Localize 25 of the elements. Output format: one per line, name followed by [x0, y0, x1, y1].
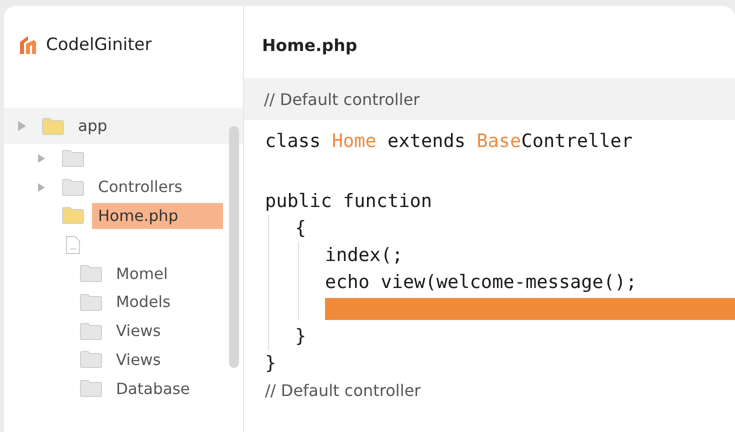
- tree-item[interactable]: Database: [110, 376, 196, 402]
- app-name: CodelGiniter: [46, 35, 152, 55]
- code-comment: // Default controller: [265, 380, 421, 402]
- scrollbar[interactable]: [229, 126, 239, 368]
- code-line: public function: [265, 190, 432, 214]
- tree-item[interactable]: Controllers: [92, 174, 188, 200]
- tree-item[interactable]: app: [72, 113, 114, 139]
- code-line: index(;: [325, 244, 403, 268]
- file-icon: [66, 236, 80, 254]
- expand-arrow-icon[interactable]: [18, 121, 26, 131]
- code-line: }: [295, 325, 306, 349]
- code-line: {: [295, 217, 306, 241]
- expand-arrow-icon[interactable]: [38, 154, 45, 163]
- logo-icon: [18, 34, 38, 56]
- tree-item[interactable]: Views: [110, 346, 167, 373]
- code-comment: // Default controller: [264, 90, 420, 108]
- tree-item[interactable]: Models: [110, 289, 177, 316]
- code-line: echo view(welcome-message();: [325, 271, 637, 295]
- tree-item[interactable]: Momel: [110, 260, 174, 287]
- tree-item[interactable]: Views: [110, 318, 167, 344]
- expand-arrow-icon[interactable]: [38, 182, 45, 192]
- code-line: }: [265, 352, 276, 376]
- tree-item[interactable]: Home.php: [92, 202, 223, 229]
- code-line: class Home extends BaseContreller: [265, 130, 633, 154]
- file-title: Home.php: [261, 35, 358, 57]
